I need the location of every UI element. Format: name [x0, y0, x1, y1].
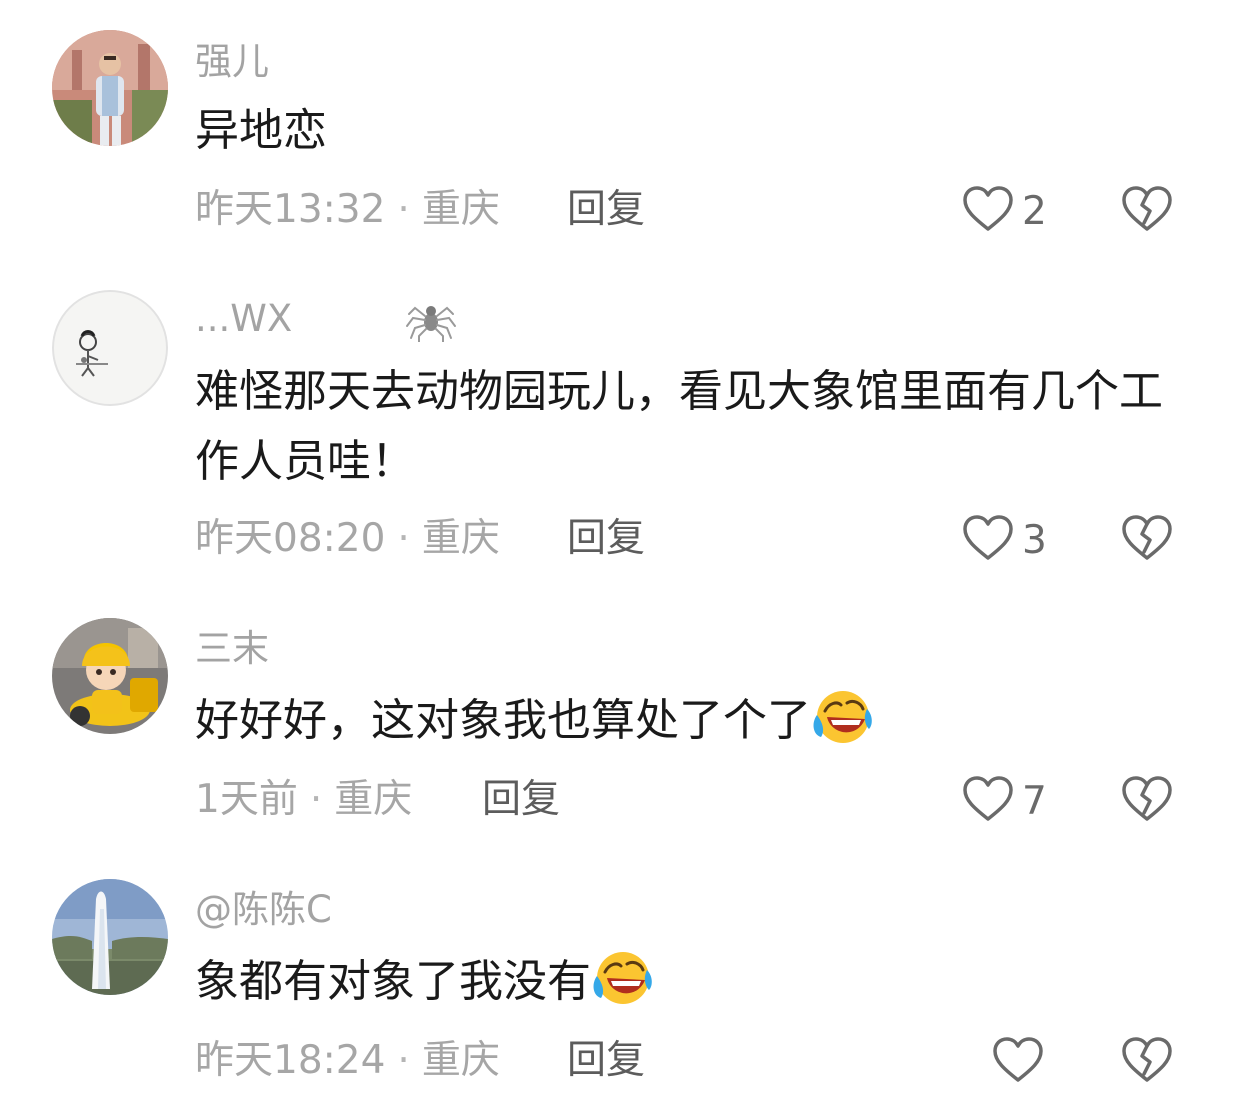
broken-heart-icon — [1121, 776, 1173, 827]
like-button[interactable]: 3 — [962, 514, 1047, 566]
like-button[interactable]: 7 — [962, 775, 1047, 827]
spider-icon — [405, 298, 457, 343]
broken-heart-icon — [1121, 186, 1173, 237]
reply-button[interactable]: 回复 — [482, 780, 560, 819]
comment-text: 异地恋 — [195, 96, 1175, 166]
heart-outline-icon — [962, 775, 1014, 827]
dislike-button[interactable] — [1121, 775, 1173, 827]
comment-text-content: 异地恋 — [195, 105, 327, 156]
reply-button[interactable]: 回复 — [567, 519, 645, 558]
comment-time: 昨天18:24 — [195, 1038, 386, 1083]
meta-separator: · — [397, 1038, 410, 1083]
broken-heart-icon — [1121, 1037, 1173, 1088]
avatar[interactable] — [52, 290, 168, 406]
like-count: 3 — [1022, 517, 1047, 563]
comment-location: 重庆 — [421, 516, 500, 561]
meta-separator: · — [397, 516, 410, 561]
comment-text-content: 好好好，这对象我也算处了个了 — [195, 695, 811, 746]
meta-separator: · — [397, 187, 410, 232]
username[interactable]: 强儿 — [195, 43, 269, 80]
broken-heart-icon — [1121, 515, 1173, 566]
comment-meta: 昨天18:24 · 重庆 — [195, 1041, 500, 1080]
dislike-button[interactable] — [1121, 514, 1173, 566]
comment-text: 难怪那天去动物园玩儿，看见大象馆里面有几个工作人员哇！ — [195, 357, 1175, 497]
avatar[interactable] — [52, 618, 168, 734]
heart-outline-icon — [962, 185, 1014, 237]
meta-separator: · — [309, 777, 323, 822]
heart-outline-icon — [962, 514, 1014, 566]
laughing-crying-emoji — [811, 687, 873, 745]
comment-time: 昨天13:32 — [195, 187, 386, 232]
like-button[interactable]: 2 — [962, 185, 1047, 237]
comment-text: 象都有对象了我没有 — [195, 947, 1175, 1017]
comment-meta: 昨天13:32 · 重庆 — [195, 190, 500, 229]
comment-location: 重庆 — [334, 777, 413, 822]
comment-time: 1天前 — [195, 777, 298, 822]
dislike-button[interactable] — [1121, 185, 1173, 237]
reply-button[interactable]: 回复 — [567, 1041, 645, 1080]
like-count: 7 — [1022, 778, 1047, 824]
like-button[interactable] — [992, 1036, 1052, 1088]
comment-meta: 昨天08:20 · 重庆 — [195, 519, 500, 558]
comment-text-content: 难怪那天去动物园玩儿，看见大象馆里面有几个工作人员哇！ — [195, 366, 1163, 487]
like-count: 2 — [1022, 188, 1047, 234]
username[interactable]: ...WX — [195, 300, 292, 337]
laughing-crying-emoji — [591, 948, 653, 1006]
heart-outline-icon — [992, 1036, 1044, 1088]
comment-time: 昨天08:20 — [195, 516, 386, 561]
username[interactable]: @陈陈C — [195, 891, 332, 928]
avatar[interactable] — [52, 30, 168, 146]
comment-meta: 1天前 · 重庆 — [195, 780, 412, 819]
comment-text-content: 象都有对象了我没有 — [195, 956, 591, 1007]
username[interactable]: 三末 — [195, 630, 269, 667]
reply-button[interactable]: 回复 — [567, 190, 645, 229]
dislike-button[interactable] — [1121, 1036, 1173, 1088]
avatar[interactable] — [52, 879, 168, 995]
comment-location: 重庆 — [421, 1038, 500, 1083]
comment-text: 好好好，这对象我也算处了个了 — [195, 686, 1175, 756]
comment-location: 重庆 — [421, 187, 500, 232]
